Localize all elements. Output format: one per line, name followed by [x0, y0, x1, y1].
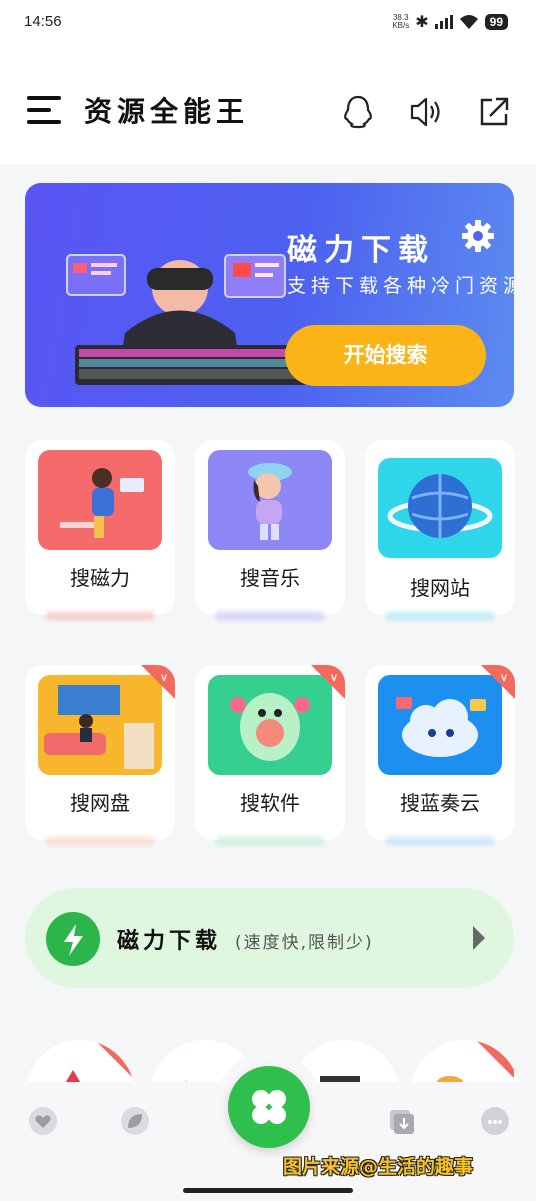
tile-search-music[interactable]: 搜音乐: [195, 440, 345, 621]
vip-badge: V: [311, 665, 345, 699]
tile-label: 搜网站: [410, 576, 470, 600]
bluetooth-icon: ✱: [415, 12, 429, 31]
tile-glow: [215, 836, 325, 846]
globe-illustration: [378, 458, 502, 558]
status-bar: 14:56 38.3 KB/s ✱ 99: [0, 0, 536, 44]
app-title: 资源全能王: [84, 95, 250, 128]
tile-search-website[interactable]: 搜网站: [365, 440, 515, 621]
vip-badge: V: [141, 665, 175, 699]
play-arrow-icon[interactable]: [471, 924, 487, 952]
net-speed: 38.3 KB/s: [392, 13, 410, 30]
qq-icon[interactable]: [340, 94, 376, 130]
app-header: 资源全能王: [0, 44, 536, 164]
start-search-button[interactable]: 开始搜索: [285, 325, 486, 386]
tile-label: 搜软件: [240, 791, 300, 815]
status-time: 14:56: [24, 13, 62, 30]
vr-keyboard-illustration: [66, 254, 307, 385]
banner-subtitle: 支持下载各种冷门资源: [287, 275, 514, 297]
gear-icon[interactable]: [460, 218, 496, 254]
magnet-banner[interactable]: 磁力下载 支持下载各种冷门资源 开始搜索: [25, 183, 514, 407]
vip-badge: V: [481, 665, 515, 699]
chat-icon[interactable]: [480, 1106, 510, 1136]
leaf-icon[interactable]: [120, 1106, 150, 1136]
magnet-illustration: [38, 450, 162, 550]
download-bar-note: (速度快,限制少): [235, 933, 374, 953]
tile-label: 搜磁力: [70, 566, 130, 590]
banner-title: 磁力下载: [287, 233, 435, 268]
tile-glow: [45, 836, 155, 846]
home-indicator[interactable]: [183, 1188, 353, 1193]
speaker-icon[interactable]: [408, 94, 444, 130]
magnet-download-bar[interactable]: 磁力下载 (速度快,限制少): [25, 888, 514, 988]
tile-search-lanzou[interactable]: 搜蓝奏云 V: [365, 665, 515, 846]
share-icon[interactable]: [476, 94, 512, 130]
heart-icon[interactable]: [28, 1106, 58, 1136]
lightning-icon: [46, 912, 100, 966]
clover-icon[interactable]: [228, 1066, 310, 1148]
net-speed-unit: KB/s: [392, 20, 410, 30]
tile-label: 搜蓝奏云: [400, 791, 480, 815]
download-bar-title: 磁力下载: [117, 928, 222, 954]
music-illustration: [208, 450, 332, 550]
svg-text:V: V: [161, 673, 167, 683]
download-box-icon[interactable]: [386, 1106, 416, 1136]
signal-icon: [434, 14, 453, 29]
svg-text:V: V: [331, 673, 337, 683]
svg-text:V: V: [501, 673, 507, 683]
tile-glow: [45, 611, 155, 621]
tile-label: 搜网盘: [70, 791, 130, 815]
battery-icon: 99: [484, 13, 508, 30]
tile-search-magnet[interactable]: 搜磁力: [25, 440, 175, 621]
status-icons: 38.3 KB/s ✱ 99: [392, 12, 508, 31]
wifi-icon: [459, 14, 478, 29]
tile-label: 搜音乐: [240, 566, 300, 590]
tile-search-software[interactable]: 搜软件 V: [195, 665, 345, 846]
tile-glow: [385, 611, 495, 621]
menu-icon[interactable]: [27, 96, 61, 124]
watermark: 图片来源@生活的趣事: [283, 1156, 474, 1178]
tile-search-netdisk[interactable]: 搜网盘 V: [25, 665, 175, 846]
tile-glow: [215, 611, 325, 621]
tile-glow: [385, 836, 495, 846]
